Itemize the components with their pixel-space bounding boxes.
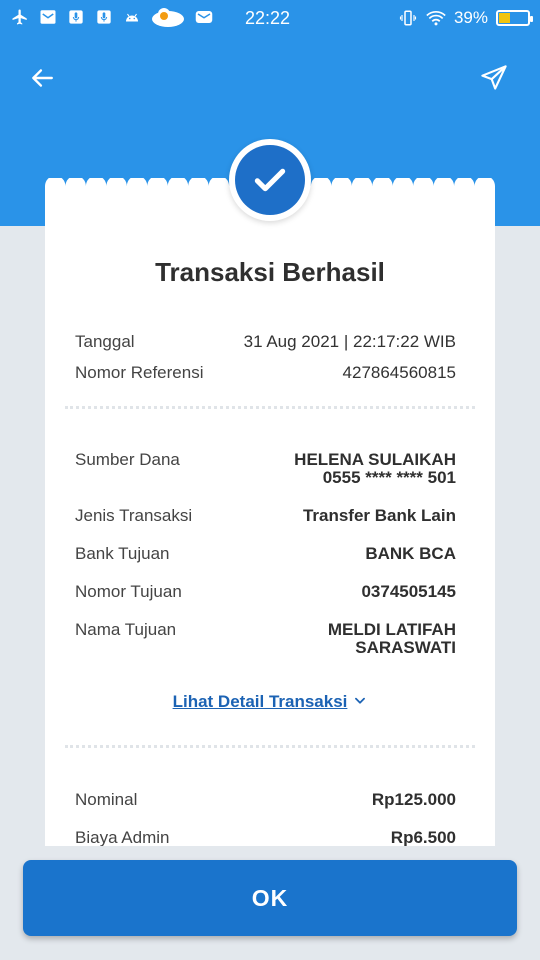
status-bar: 22:22 39% — [0, 0, 540, 36]
admin-fee-label: Biaya Admin — [75, 828, 170, 847]
mic-icon — [94, 6, 114, 28]
source-name: HELENA SULAIKAH — [294, 450, 456, 469]
send-icon — [481, 65, 507, 90]
checkmark-icon — [254, 168, 286, 192]
recipient-value: MELDI LATIFAH SARASWATI — [328, 621, 456, 657]
reference-label: Nomor Referensi — [75, 363, 204, 382]
recipient-name-line1: MELDI LATIFAH — [327, 620, 456, 639]
mail-icon — [38, 6, 58, 28]
amount-row-admin-fee: Biaya Admin Rp6.500 — [75, 829, 456, 847]
recipient-label: Nama Tujuan — [75, 620, 177, 639]
success-badge — [229, 139, 311, 221]
nominal-value: Rp125.000 — [371, 790, 456, 809]
scroll-clip — [45, 846, 495, 860]
email-icon — [194, 6, 214, 28]
vibrate-icon — [398, 7, 418, 29]
recipient-name-line2: SARASWATI — [355, 638, 456, 657]
dotted-divider — [65, 406, 475, 409]
source-label: Sumber Dana — [75, 450, 180, 469]
info-row-reference: Nomor Referensi 427864560815 — [75, 364, 456, 382]
bank-label: Bank Tujuan — [75, 544, 170, 563]
detail-row-account: Nomor Tujuan 0374505145 — [75, 583, 456, 601]
date-value: 31 Aug 2021 | 22:17:22 WIB — [243, 332, 456, 351]
detail-row-source: Sumber Dana HELENA SULAIKAH 0555 **** **… — [75, 451, 456, 487]
airplane-icon — [10, 6, 30, 28]
battery-percent: 39% — [453, 8, 488, 27]
status-time: 22:22 — [245, 8, 291, 28]
info-row-date: Tanggal 31 Aug 2021 | 22:17:22 WIB — [75, 333, 456, 351]
type-label: Jenis Transaksi — [75, 506, 193, 525]
chevron-down-icon — [353, 693, 367, 713]
receipt-title: Transaksi Berhasil — [155, 257, 385, 287]
view-detail-link[interactable]: Lihat Detail Transaksi — [45, 692, 495, 713]
dotted-divider — [65, 745, 475, 748]
admin-fee-value: Rp6.500 — [390, 828, 456, 847]
detail-row-bank: Bank Tujuan BANK BCA — [75, 545, 456, 563]
cloud-icon — [150, 6, 186, 28]
detail-row-recipient: Nama Tujuan MELDI LATIFAH SARASWATI — [75, 621, 456, 657]
bank-value: BANK BCA — [365, 544, 456, 563]
share-button[interactable] — [474, 58, 514, 98]
account-value: 0374505145 — [361, 582, 456, 601]
nominal-label: Nominal — [75, 790, 138, 809]
source-account: 0555 **** **** 501 — [322, 468, 456, 487]
source-value: HELENA SULAIKAH 0555 **** **** 501 — [294, 451, 456, 487]
amount-row-nominal: Nominal Rp125.000 — [75, 791, 456, 809]
mic-icon — [66, 6, 86, 28]
android-icon — [122, 6, 142, 28]
ok-button[interactable]: OK — [23, 860, 517, 936]
date-label: Tanggal — [75, 332, 135, 351]
back-button[interactable] — [22, 58, 62, 98]
wifi-icon — [426, 7, 446, 29]
detail-row-type: Jenis Transaksi Transfer Bank Lain — [75, 507, 456, 525]
arrow-left-icon — [32, 69, 53, 87]
reference-value: 427864560815 — [342, 363, 456, 382]
type-value: Transfer Bank Lain — [302, 506, 456, 525]
account-label: Nomor Tujuan — [75, 582, 182, 601]
battery-icon — [496, 10, 533, 26]
view-detail-label: Lihat Detail Transaksi — [172, 692, 348, 711]
